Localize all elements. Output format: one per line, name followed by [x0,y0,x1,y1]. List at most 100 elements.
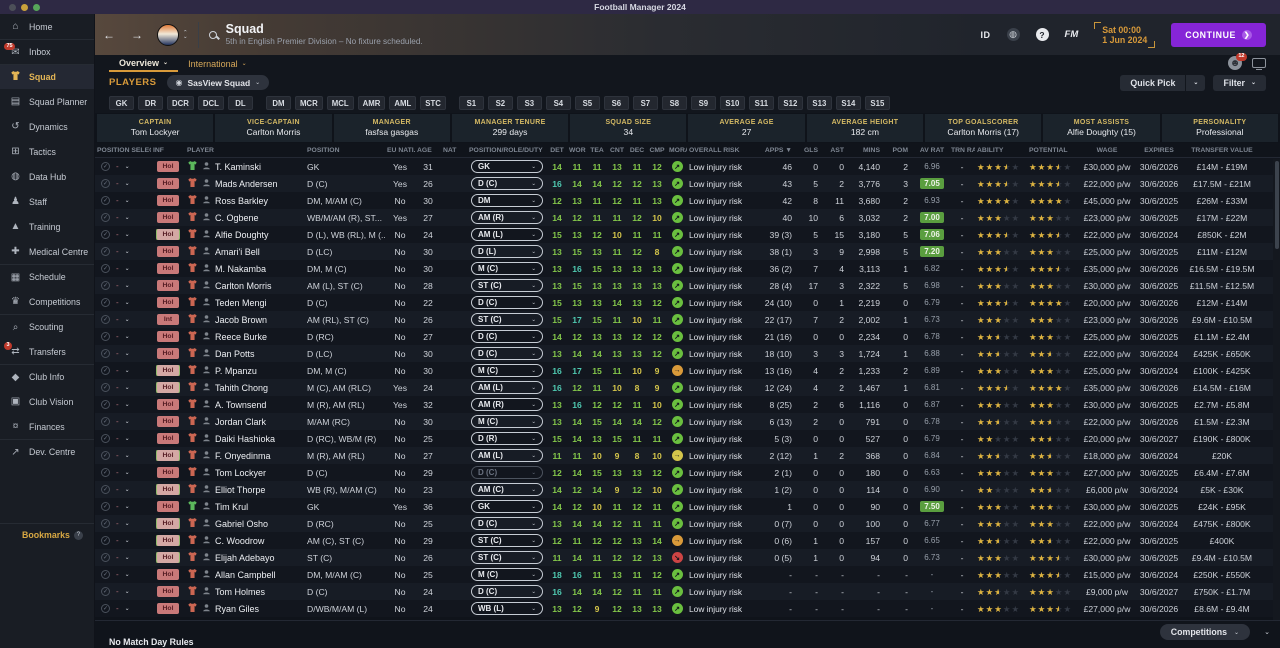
position-filter-dcr[interactable]: DCR [167,96,194,110]
player-cell[interactable]: Tim Krul [185,500,305,513]
row-expand-chevron-icon[interactable]: ⌄ [125,231,130,238]
info-badge[interactable]: Hol [157,467,179,478]
scrollbar-thumb[interactable] [1274,161,1279,249]
role-duty-dropdown[interactable]: GK ⌄ [471,500,543,513]
sidebar-item-club-info[interactable]: ◆ Club Info [0,364,94,389]
bookmarks[interactable]: Bookmarks ? [0,523,94,540]
row-expand-chevron-icon[interactable]: ⌄ [125,384,130,391]
monitor-icon[interactable] [1252,58,1266,70]
sidebar-item-home[interactable]: ⌂ Home [0,14,94,39]
row-expand-chevron-icon[interactable]: ⌄ [125,469,130,476]
position-filter-s7[interactable]: S7 [632,96,658,110]
role-duty-dropdown[interactable]: AM (C) ⌄ [471,483,543,496]
info-badge[interactable]: Hol [157,450,179,461]
position-filter-s10[interactable]: S10 [719,96,745,110]
continue-button[interactable]: CONTINUE ❯ [1171,22,1266,47]
select-checkbox-icon[interactable]: ✓ [101,604,110,613]
info-badge[interactable]: Hol [157,331,179,342]
player-cell[interactable]: P. Mpanzu [185,364,305,377]
position-filter-dl[interactable]: DL [227,96,253,110]
select-checkbox-icon[interactable]: ✓ [101,162,110,171]
row-expand-chevron-icon[interactable]: ⌄ [125,299,130,306]
select-checkbox-icon[interactable]: ✓ [101,468,110,477]
info-badge[interactable]: Hol [157,178,179,189]
position-filter-s1[interactable]: S1 [458,96,484,110]
role-duty-dropdown[interactable]: DM ⌄ [471,194,543,207]
row-expand-chevron-icon[interactable]: ⌄ [125,503,130,510]
player-cell[interactable]: Teden Mengi [185,296,305,309]
player-cell[interactable]: Elliot Thorpe [185,483,305,496]
sidebar-item-scouting[interactable]: ⌕ Scouting [0,314,94,339]
position-filter-gk[interactable]: GK [109,96,134,110]
info-badge[interactable]: Hol [157,603,179,614]
club-crest[interactable] [157,23,179,46]
vertical-scrollbar[interactable] [1273,159,1280,620]
info-badge[interactable]: Hol [157,246,179,257]
player-cell[interactable]: Carlton Morris [185,279,305,292]
player-cell[interactable]: C. Ogbene [185,211,305,224]
position-filter-dcl[interactable]: DCL [197,96,224,110]
role-duty-dropdown[interactable]: GK ⌄ [471,160,543,173]
row-expand-chevron-icon[interactable]: ⌄ [125,486,130,493]
club-switch-chevrons[interactable]: ⌃ ⌄ [183,30,188,40]
row-expand-chevron-icon[interactable]: ⌄ [125,571,130,578]
role-duty-dropdown[interactable]: AM (R) ⌄ [471,398,543,411]
role-duty-dropdown[interactable]: AM (L) ⌄ [471,449,543,462]
row-expand-chevron-icon[interactable]: ⌄ [125,214,130,221]
role-duty-dropdown[interactable]: D (C) ⌄ [471,585,543,598]
player-cell[interactable]: Gabriel Osho [185,517,305,530]
select-checkbox-icon[interactable]: ✓ [101,383,110,392]
position-filter-mcr[interactable]: MCR [294,96,323,110]
select-checkbox-icon[interactable]: ✓ [101,587,110,596]
select-checkbox-icon[interactable]: ✓ [101,298,110,307]
role-duty-dropdown[interactable]: ST (C) ⌄ [471,279,543,292]
player-cell[interactable]: Mads Andersen [185,177,305,190]
select-checkbox-icon[interactable]: ✓ [101,400,110,409]
role-duty-dropdown[interactable]: AM (L) ⌄ [471,228,543,241]
role-duty-dropdown[interactable]: M (C) ⌄ [471,415,543,428]
player-cell[interactable]: Dan Potts [185,347,305,360]
info-badge[interactable]: Hol [157,433,179,444]
info-badge[interactable]: Hol [157,586,179,597]
info-badge[interactable]: Hol [157,382,179,393]
row-expand-chevron-icon[interactable]: ⌄ [125,605,130,612]
row-expand-chevron-icon[interactable]: ⌄ [125,588,130,595]
position-filter-s14[interactable]: S14 [835,96,861,110]
quick-pick-button[interactable]: Quick Pick [1120,74,1186,91]
player-cell[interactable]: M. Nakamba [185,262,305,275]
player-cell[interactable]: T. Kaminski [185,160,305,173]
quick-pick-dropdown[interactable]: ⌄ [1186,74,1206,91]
player-cell[interactable]: F. Onyedinma [185,449,305,462]
player-cell[interactable]: Tom Lockyer [185,466,305,479]
row-expand-chevron-icon[interactable]: ⌄ [125,180,130,187]
sidebar-item-staff[interactable]: ♟ Staff [0,189,94,214]
select-checkbox-icon[interactable]: ✓ [101,417,110,426]
position-filter-amr[interactable]: AMR [357,96,386,110]
role-duty-dropdown[interactable]: AM (L) ⌄ [471,381,543,394]
position-filter-s15[interactable]: S15 [864,96,890,110]
player-cell[interactable]: Ross Barkley [185,194,305,207]
player-cell[interactable]: C. Woodrow [185,534,305,547]
position-filter-s3[interactable]: S3 [516,96,542,110]
row-expand-chevron-icon[interactable]: ⌄ [125,367,130,374]
role-duty-dropdown[interactable]: D (C) ⌄ [471,330,543,343]
position-filter-dm[interactable]: DM [265,96,291,110]
search-icon[interactable] [208,30,217,39]
position-filter-aml[interactable]: AML [389,96,417,110]
info-badge[interactable]: Hol [157,399,179,410]
row-expand-chevron-icon[interactable]: ⌄ [125,401,130,408]
info-badge[interactable]: Hol [157,518,179,529]
info-badge[interactable]: Hol [157,280,179,291]
view-selector[interactable]: ◉ SasView Squad ⌄ [166,75,270,90]
help-icon[interactable]: ? [1035,28,1049,41]
select-checkbox-icon[interactable]: ✓ [101,179,110,188]
select-checkbox-icon[interactable]: ✓ [101,451,110,460]
select-checkbox-icon[interactable]: ✓ [101,264,110,273]
position-filter-s13[interactable]: S13 [806,96,832,110]
role-duty-dropdown[interactable]: M (C) ⌄ [471,364,543,377]
sidebar-item-training[interactable]: ▲ Training [0,214,94,239]
info-badge[interactable]: Hol [157,297,179,308]
select-checkbox-icon[interactable]: ✓ [101,485,110,494]
player-cell[interactable]: Tahith Chong [185,381,305,394]
info-badge[interactable]: Hol [157,501,179,512]
